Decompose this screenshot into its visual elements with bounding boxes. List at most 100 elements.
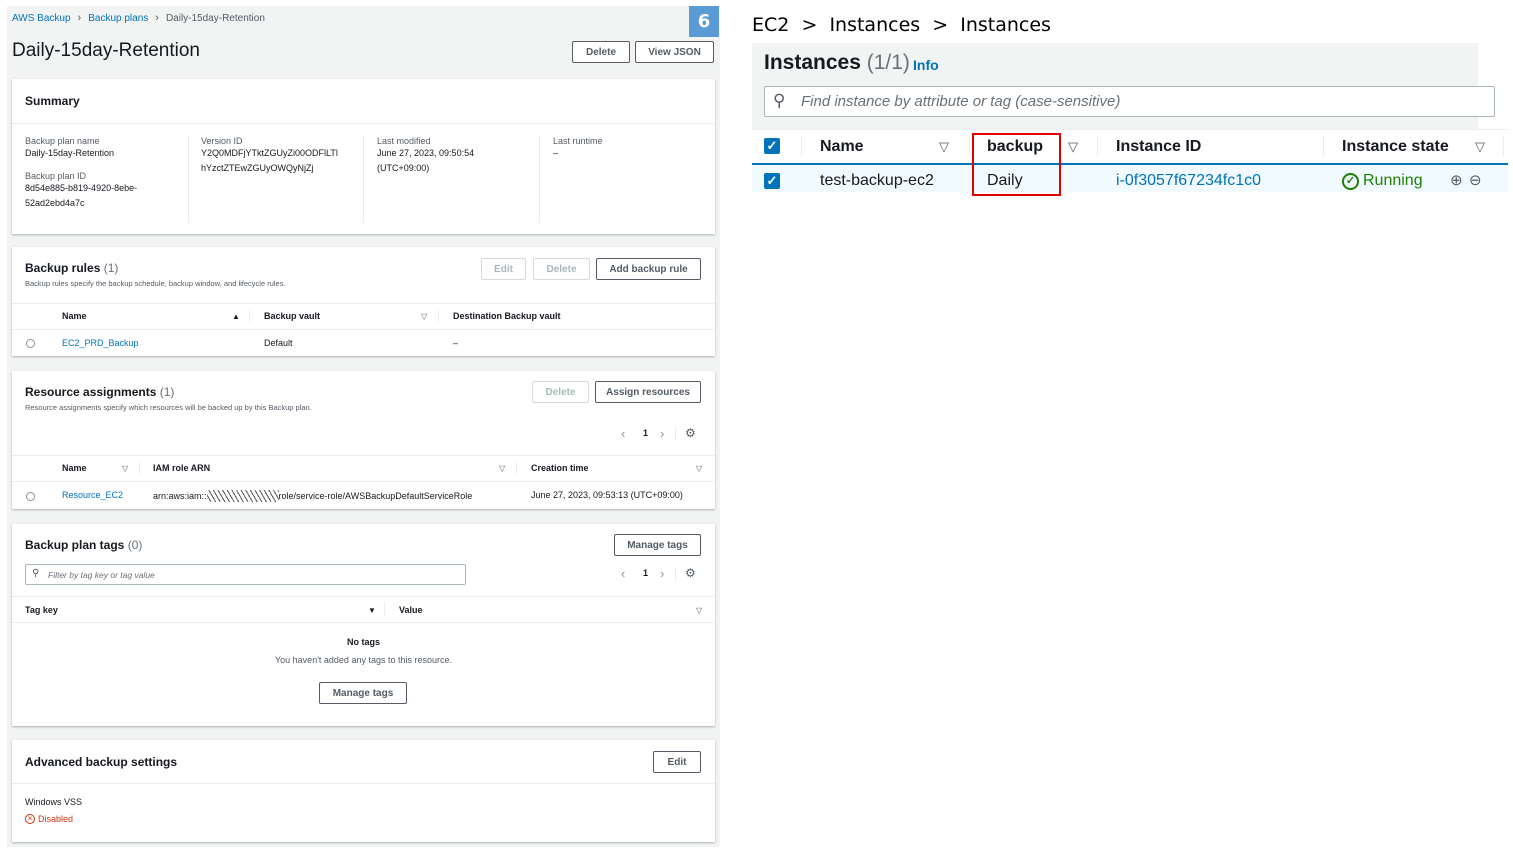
row-radio[interactable] xyxy=(26,492,35,501)
edit-rule-button[interactable]: Edit xyxy=(481,258,526,280)
col-instance-id[interactable]: Instance ID xyxy=(1116,138,1201,156)
rule-destination: – xyxy=(453,338,459,348)
advanced-title: Advanced backup settings xyxy=(25,755,178,769)
edit-advanced-button[interactable]: Edit xyxy=(653,751,701,773)
settings-gear-icon[interactable]: ⚙ xyxy=(685,426,696,440)
instance-name: test-backup-ec2 xyxy=(820,172,934,189)
search-icon: ⚲ xyxy=(773,91,786,110)
col-tag-key[interactable]: Tag key xyxy=(25,605,58,615)
instances-panel: Instances (1/1) Info ⚲ Find instance by … xyxy=(752,43,1508,196)
plan-id-value-2: 52ad2ebd4a7c xyxy=(25,198,85,208)
tag-filter-input[interactable]: ⚲ Filter by tag key or tag value xyxy=(25,564,466,585)
chevron-right-icon: › xyxy=(155,12,159,24)
summary-card: Summary Backup plan name Daily-15day-Ret… xyxy=(12,79,715,234)
assignment-name-link[interactable]: Resource_EC2 xyxy=(62,490,123,500)
backup-rules-title: Backup rules (1) xyxy=(25,261,119,275)
breadcrumb-current: Daily-15day-Retention xyxy=(165,12,265,24)
step-badge: 6 xyxy=(689,6,719,37)
assign-resources-button[interactable]: Assign resources xyxy=(595,381,701,403)
sort-desc-icon[interactable]: ▼ xyxy=(368,606,376,615)
plan-name-label: Backup plan name xyxy=(25,136,100,146)
redacted-account-mask xyxy=(206,490,279,502)
delete-rule-button[interactable]: Delete xyxy=(533,258,590,280)
search-icon: ⚲ xyxy=(32,568,40,579)
version-id-value-1: Y2Q0MDFjYTktZGUyZi00ODFlLTl xyxy=(201,148,338,158)
breadcrumb-backup-plans[interactable]: Backup plans xyxy=(88,13,148,24)
col-name[interactable]: Name xyxy=(62,463,87,473)
resource-assignments-title: Resource assignments (1) xyxy=(25,385,175,399)
info-link[interactable]: Info xyxy=(913,57,939,73)
next-page-icon[interactable]: › xyxy=(660,426,664,441)
sort-icon[interactable]: ▽ xyxy=(696,606,702,615)
chevron-right-icon: › xyxy=(77,12,82,24)
advanced-settings-card: Advanced backup settings Edit Windows VS… xyxy=(12,740,715,842)
last-modified-value-2: (UTC+09:00) xyxy=(377,163,430,173)
rule-name-link[interactable]: EC2_PRD_Backup xyxy=(62,338,139,348)
backup-rules-card: Backup rules (1) Backup rules specify th… xyxy=(12,247,715,356)
resource-assignments-desc: Resource assignments specify which resou… xyxy=(25,403,312,412)
empty-desc: You haven't added any tags to this resou… xyxy=(274,655,452,665)
row-checkbox[interactable]: ✓ xyxy=(764,173,780,189)
zoom-in-icon[interactable]: ⊕ xyxy=(1450,171,1463,189)
delete-assignment-button[interactable]: Delete xyxy=(532,381,589,403)
sort-icon[interactable]: ▽ xyxy=(499,464,505,473)
col-destination-vault[interactable]: Destination Backup vault xyxy=(453,311,561,321)
view-json-button[interactable]: View JSON xyxy=(635,41,714,63)
last-runtime-label: Last runtime xyxy=(553,136,603,146)
windows-vss-label: Windows VSS xyxy=(25,797,83,807)
last-modified-label: Last modified xyxy=(377,136,431,146)
filter-icon[interactable]: ▽ xyxy=(1068,139,1078,155)
col-backup-vault[interactable]: Backup vault xyxy=(264,311,320,321)
col-name[interactable]: Name xyxy=(62,311,87,321)
summary-title: Summary xyxy=(25,94,80,108)
select-all-checkbox[interactable]: ✓ xyxy=(764,138,780,154)
sort-icon[interactable]: ▽ xyxy=(696,464,702,473)
version-id-value-2: hYzctZTEwZGUyOWQyNjZj xyxy=(201,163,314,173)
empty-title: No tags xyxy=(346,637,380,647)
version-id-label: Version ID xyxy=(201,136,243,146)
col-iam-role[interactable]: IAM role ARN xyxy=(153,463,210,473)
instance-id-link[interactable]: i-0f3057f67234fc1c0 xyxy=(1116,172,1261,190)
manage-tags-button[interactable]: Manage tags xyxy=(614,534,701,556)
prev-page-icon[interactable]: ‹ xyxy=(621,566,625,581)
instances-title: Instances (1/1) xyxy=(764,51,910,74)
filter-icon[interactable]: ▽ xyxy=(1475,139,1485,155)
col-tag-value[interactable]: Value xyxy=(399,605,423,615)
instance-search-placeholder: Find instance by attribute or tag (case-… xyxy=(801,93,1121,110)
page-number[interactable]: 1 xyxy=(643,428,648,438)
assignment-created: June 27, 2023, 09:53:13 (UTC+09:00) xyxy=(531,490,683,500)
error-x-icon: × xyxy=(25,814,35,824)
settings-gear-icon[interactable]: ⚙ xyxy=(685,566,696,580)
col-name[interactable]: Name xyxy=(820,138,864,156)
delete-plan-button[interactable]: Delete xyxy=(572,41,630,63)
plan-name-value: Daily-15day-Retention xyxy=(25,148,115,158)
sort-icon[interactable]: ▽ xyxy=(122,464,128,473)
prev-page-icon[interactable]: ‹ xyxy=(621,426,625,441)
filter-icon[interactable]: ▽ xyxy=(939,139,949,155)
sort-icon[interactable]: ▽ xyxy=(421,312,427,321)
col-creation-time[interactable]: Creation time xyxy=(531,463,589,473)
tag-filter-placeholder: Filter by tag key or tag value xyxy=(48,570,155,580)
zoom-out-icon[interactable]: ⊖ xyxy=(1469,171,1482,189)
next-page-icon[interactable]: › xyxy=(660,566,664,581)
resource-assignments-card: Resource assignments (1) Resource assign… xyxy=(12,371,715,509)
highlight-box xyxy=(972,133,1061,196)
col-instance-state[interactable]: Instance state xyxy=(1342,138,1449,156)
instance-search-input[interactable]: ⚲ Find instance by attribute or tag (cas… xyxy=(764,86,1495,117)
page-title: Daily-15day-Retention xyxy=(12,40,200,61)
last-runtime-value: – xyxy=(553,148,559,158)
empty-manage-tags-button[interactable]: Manage tags xyxy=(319,682,407,704)
ec2-breadcrumb: EC2 > Instances > Instances xyxy=(752,14,1051,36)
sort-asc-icon[interactable]: ▲ xyxy=(232,312,240,321)
iam-role-arn: arn:aws:iam:: role/service-role/AWSBacku… xyxy=(153,490,473,502)
last-modified-value-1: June 27, 2023, 09:50:54 xyxy=(377,148,475,158)
breadcrumb: AWS Backup › Backup plans › Daily-15day-… xyxy=(12,12,265,24)
row-radio[interactable] xyxy=(26,339,35,348)
breadcrumb-aws-backup[interactable]: AWS Backup xyxy=(12,13,71,24)
backup-plan-panel: AWS Backup › Backup plans › Daily-15day-… xyxy=(7,6,720,847)
page-number[interactable]: 1 xyxy=(643,568,648,578)
add-backup-rule-button[interactable]: Add backup rule xyxy=(596,258,701,280)
rule-vault: Default xyxy=(264,338,293,348)
instance-state: ✓ Running xyxy=(1342,172,1423,190)
check-circle-icon: ✓ xyxy=(1342,172,1359,190)
